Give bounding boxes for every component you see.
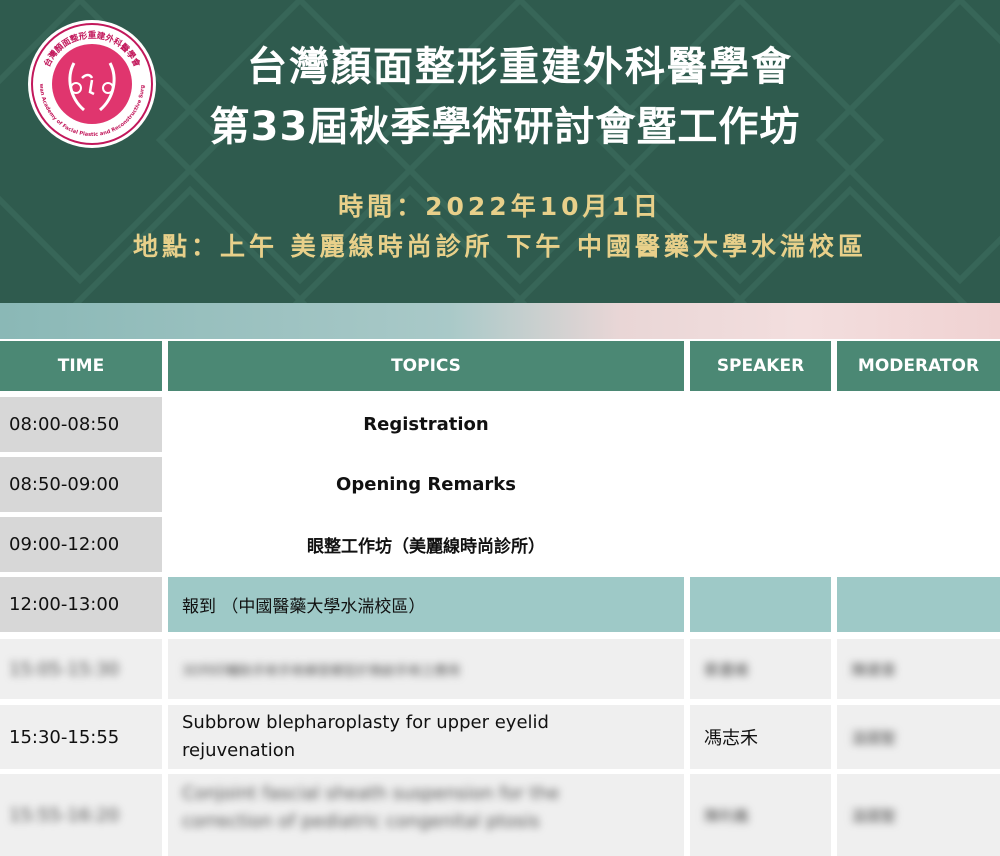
table-row: 15:55-16:20 Conjoint fascial sheath susp… [0, 774, 1000, 856]
table-row: 09:00-12:00 眼整工作坊（美麗線時尚診所） [0, 517, 1000, 572]
row-moderator-text: 溫國聖 [851, 728, 897, 747]
row-moderator [837, 577, 1000, 632]
header-time: TIME [0, 341, 162, 391]
title-line-1: 台灣顏面整形重建外科醫學會 [247, 44, 793, 90]
row-speaker [690, 397, 831, 452]
row-moderator [837, 457, 1000, 512]
row-topic: 3D列印輔助手術手術練習模型於微創手術之應用 [168, 639, 684, 699]
row-topic-line-1: Conjoint fascial sheath suspension for t… [182, 783, 560, 804]
row-time: 15:30-15:55 [0, 705, 162, 769]
row-topic: 眼整工作坊（美麗線時尚診所） [168, 517, 684, 572]
row-time-text: 15:05-15:30 [9, 658, 120, 680]
row-time: 08:00-08:50 [0, 397, 162, 452]
row-moderator [837, 517, 1000, 572]
event-location: 地點：上午 美麗線時尚診所 下午 中國醫藥大學水湍校區 [132, 232, 868, 261]
title-line-2: 第33屆秋季學術研討會暨工作坊 [209, 104, 801, 150]
row-moderator: 陳建章 [837, 639, 1000, 699]
row-speaker [690, 457, 831, 512]
row-speaker: 陳利義 [690, 774, 831, 856]
row-topic: Opening Remarks [168, 457, 684, 512]
row-time: 15:55-16:20 [0, 774, 162, 856]
row-speaker [690, 517, 831, 572]
row-moderator: 溫國聖 [837, 705, 1000, 769]
header-speaker: SPEAKER [690, 341, 831, 391]
row-speaker-text: 蔡畫維 [704, 660, 750, 679]
row-time: 12:00-13:00 [0, 577, 162, 632]
row-topic-text: 3D列印輔助手術手術練習模型於微創手術之應用 [182, 663, 461, 679]
row-topic-line-2: correction of pediatric congenital ptosi… [182, 811, 540, 832]
event-time: 時間：2022年10月1日 [338, 192, 662, 221]
header-moderator: MODERATOR [837, 341, 1000, 391]
row-speaker: 蔡畫維 [690, 639, 831, 699]
row-topic: Conjoint fascial sheath suspension for t… [168, 774, 684, 856]
row-speaker-text: 陳利義 [704, 806, 750, 825]
row-time: 15:05-15:30 [0, 639, 162, 699]
row-topic-line-2: rejuvenation [182, 740, 296, 761]
decorative-strip [0, 303, 1000, 339]
row-moderator-text: 溫國聖 [851, 806, 897, 825]
row-topic: Subbrow blepharoplasty for upper eyelid … [168, 705, 684, 769]
row-topic: Registration [168, 397, 684, 452]
row-topic: 報到 （中國醫藥大學水湍校區） [168, 577, 684, 632]
table-row: 08:50-09:00 Opening Remarks [0, 457, 1000, 512]
row-moderator: 溫國聖 [837, 774, 1000, 856]
table-header-row: TIME TOPICS SPEAKER MODERATOR [0, 339, 1000, 392]
table-row: 15:30-15:55 Subbrow blepharoplasty for u… [0, 705, 1000, 769]
row-time-text: 15:55-16:20 [9, 804, 120, 826]
header-banner: 台灣顏面整形重建外科醫學會 Taiwan Academy of Facial P… [0, 0, 1000, 305]
header-topics: TOPICS [168, 341, 684, 391]
row-time: 09:00-12:00 [0, 517, 162, 572]
table-row: 08:00-08:50 Registration [0, 397, 1000, 452]
table-row: 12:00-13:00 報到 （中國醫藥大學水湍校區） [0, 577, 1000, 632]
table-row: 15:05-15:30 3D列印輔助手術手術練習模型於微創手術之應用 蔡畫維 陳… [0, 639, 1000, 699]
row-moderator-text: 陳建章 [851, 660, 897, 679]
row-topic-line-1: Subbrow blepharoplasty for upper eyelid [182, 712, 549, 733]
row-time: 08:50-09:00 [0, 457, 162, 512]
row-speaker [690, 577, 831, 632]
row-speaker: 馮志禾 [690, 705, 831, 769]
row-moderator [837, 397, 1000, 452]
